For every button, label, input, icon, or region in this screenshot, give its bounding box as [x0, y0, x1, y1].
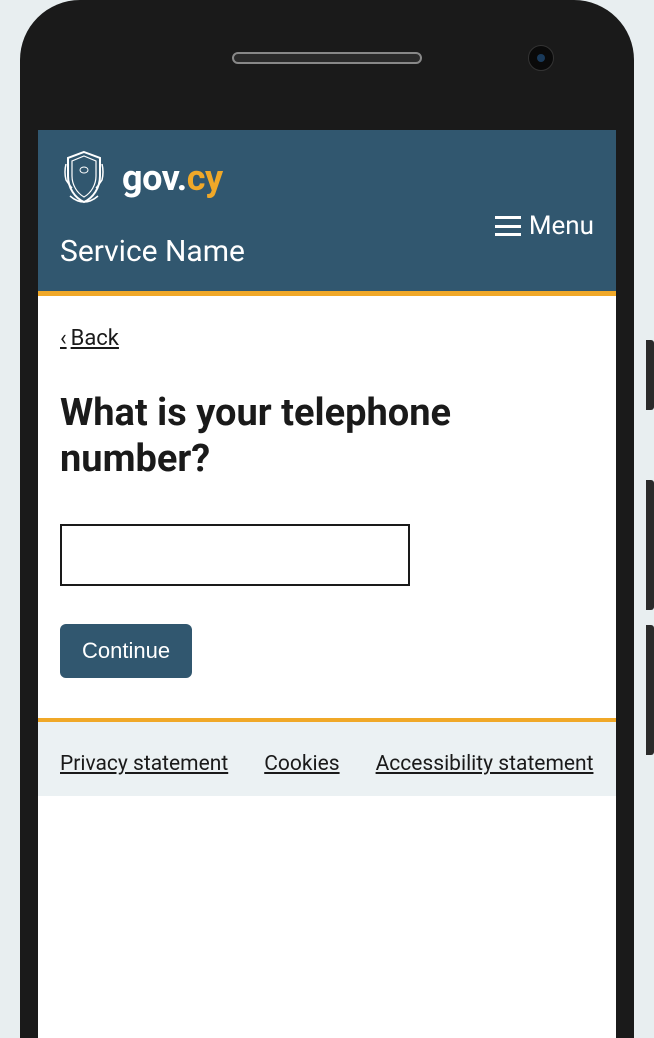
chevron-left-icon: ‹: [60, 326, 67, 351]
phone-side-button: [646, 625, 654, 755]
phone-body: gov.cy Menu Service Name ‹ Back: [20, 0, 634, 1038]
site-footer: Privacy statement Cookies Accessibility …: [38, 718, 616, 796]
continue-button[interactable]: Continue: [60, 624, 192, 678]
back-label: Back: [71, 326, 119, 351]
footer-links: Privacy statement Cookies Accessibility …: [60, 752, 594, 776]
logo-cy: cy: [187, 157, 223, 199]
phone-side-button: [646, 480, 654, 610]
menu-label: Menu: [529, 211, 594, 241]
phone-camera: [528, 45, 554, 71]
phone-mockup: gov.cy Menu Service Name ‹ Back: [0, 0, 654, 1038]
hamburger-icon: [495, 216, 521, 236]
phone-side-button: [646, 340, 654, 410]
menu-toggle[interactable]: Menu: [495, 211, 594, 241]
footer-link-cookies[interactable]: Cookies: [264, 752, 339, 776]
main-content: ‹ Back What is your telephone number? Co…: [38, 296, 616, 718]
back-link[interactable]: ‹ Back: [60, 326, 119, 351]
logo-gov: gov.: [122, 157, 187, 199]
page-heading: What is your telephone number?: [60, 391, 594, 482]
coat-of-arms-icon: [60, 150, 108, 206]
telephone-input[interactable]: [60, 524, 410, 586]
phone-speaker: [232, 52, 422, 64]
footer-link-privacy[interactable]: Privacy statement: [60, 752, 228, 776]
footer-link-accessibility[interactable]: Accessibility statement: [376, 752, 594, 776]
screen: gov.cy Menu Service Name ‹ Back: [38, 130, 616, 1038]
logo-text: gov.cy: [122, 157, 223, 199]
header-top-row: gov.cy Menu: [60, 150, 594, 206]
site-logo[interactable]: gov.cy: [60, 150, 223, 206]
site-header: gov.cy Menu Service Name: [38, 130, 616, 296]
